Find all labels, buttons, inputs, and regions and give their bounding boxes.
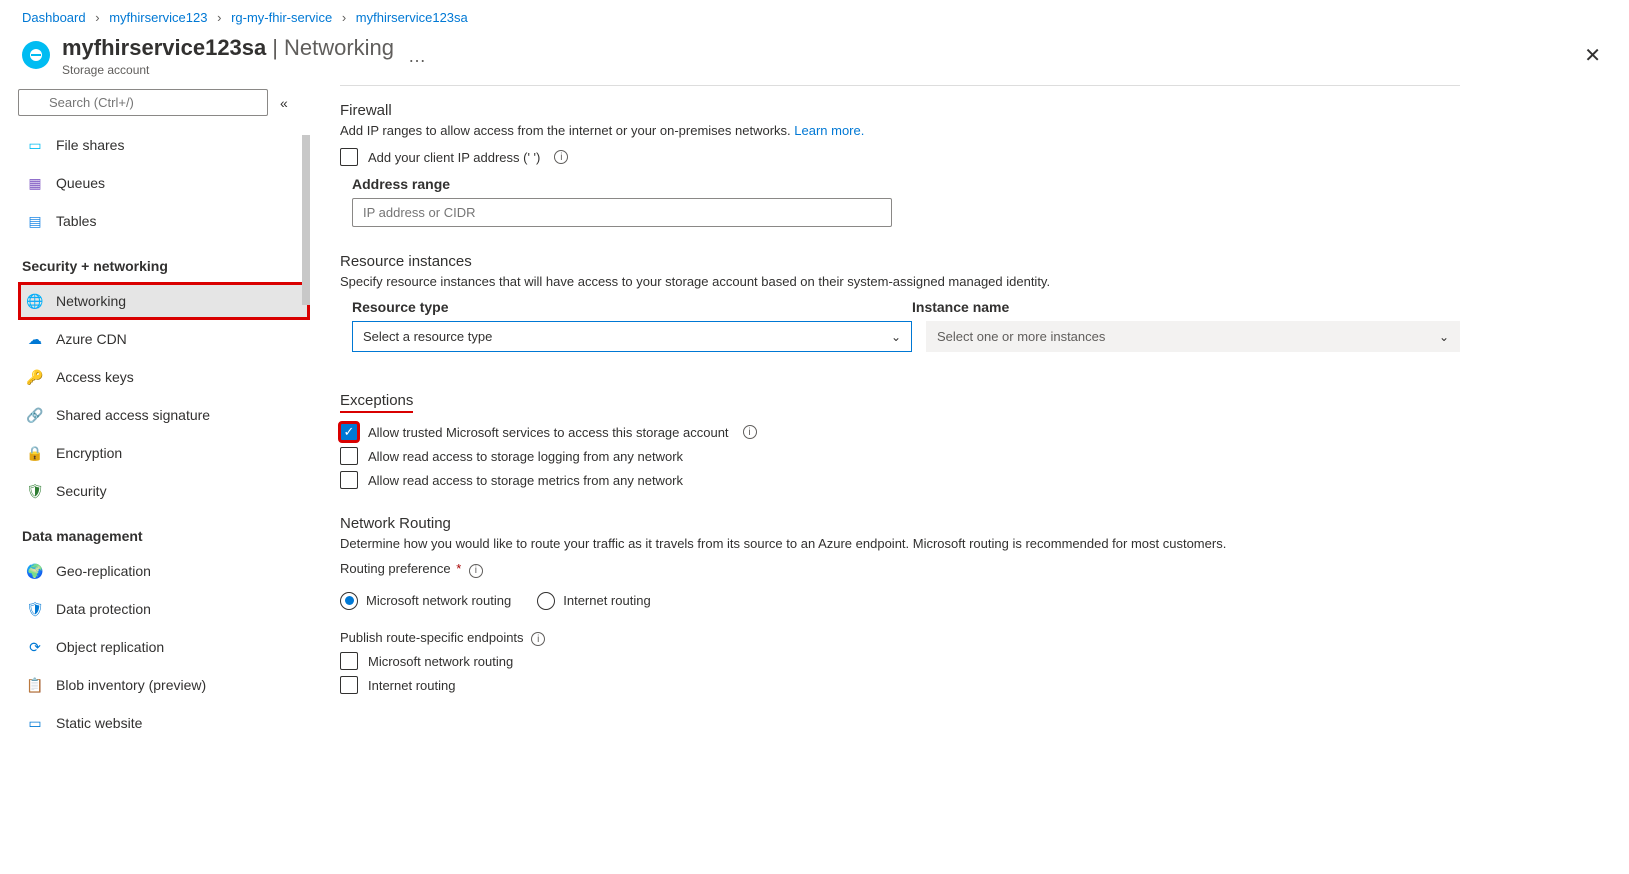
chevron-down-icon: ⌄ bbox=[891, 330, 901, 344]
info-icon[interactable]: i bbox=[531, 632, 545, 646]
add-client-ip-checkbox[interactable] bbox=[340, 148, 358, 166]
page-header: myfhirservice123sa|Networking Storage ac… bbox=[0, 29, 1629, 85]
firewall-description: Add IP ranges to allow access from the i… bbox=[340, 123, 1460, 138]
sidebar-item-blob-inventory[interactable]: 📋 Blob inventory (preview) bbox=[18, 666, 310, 704]
access-keys-icon: 🔑 bbox=[26, 368, 44, 386]
sidebar-item-static-website[interactable]: ▭ Static website bbox=[18, 704, 310, 742]
breadcrumb-link[interactable]: rg-my-fhir-service bbox=[231, 10, 332, 25]
allow-trusted-services-checkbox[interactable]: ✓ bbox=[340, 423, 358, 441]
allow-logging-checkbox[interactable] bbox=[340, 447, 358, 465]
sidebar-item-sas[interactable]: 🔗 Shared access signature bbox=[18, 396, 310, 434]
publish-endpoints-label: Publish route-specific endpoints bbox=[340, 630, 524, 645]
routing-preference-label: Routing preference bbox=[340, 561, 451, 576]
routing-desc: Determine how you would like to route yo… bbox=[340, 536, 1460, 551]
routing-pref-microsoft-radio[interactable] bbox=[340, 592, 358, 610]
more-button[interactable]: … bbox=[408, 46, 427, 67]
main-content: Firewall Add IP ranges to allow access f… bbox=[310, 85, 1490, 754]
breadcrumb-link[interactable]: myfhirservice123sa bbox=[356, 10, 468, 25]
close-button[interactable]: ✕ bbox=[1584, 43, 1601, 68]
sidebar-item-azure-cdn[interactable]: ☁ Azure CDN bbox=[18, 320, 310, 358]
page-subtitle: Storage account bbox=[62, 63, 394, 77]
info-icon[interactable]: i bbox=[554, 150, 568, 164]
resource-instances-heading: Resource instances bbox=[340, 253, 1460, 270]
static-website-icon: ▭ bbox=[26, 714, 44, 732]
allow-logging-label: Allow read access to storage logging fro… bbox=[368, 449, 683, 464]
search-input[interactable] bbox=[18, 89, 268, 116]
data-protection-icon: 🛡 bbox=[26, 600, 44, 618]
resource-type-dropdown[interactable]: Select a resource type ⌄ bbox=[352, 321, 912, 352]
sidebar-nav: ▭ File shares ▦ Queues ▤ Tables Security… bbox=[18, 126, 310, 742]
object-replication-icon: ⟳ bbox=[26, 638, 44, 656]
tables-icon: ▤ bbox=[26, 212, 44, 230]
sidebar-item-tables[interactable]: ▤ Tables bbox=[18, 202, 310, 240]
breadcrumb-sep: › bbox=[217, 10, 221, 25]
security-icon: 🛡 bbox=[26, 482, 44, 500]
sidebar-item-networking[interactable]: 🌐 Networking bbox=[18, 282, 310, 320]
encryption-icon: 🔒 bbox=[26, 444, 44, 462]
breadcrumb-link[interactable]: Dashboard bbox=[22, 10, 86, 25]
publish-internet-routing-label: Internet routing bbox=[368, 678, 455, 693]
geo-replication-icon: 🌍 bbox=[26, 562, 44, 580]
exceptions-heading: Exceptions bbox=[340, 392, 413, 413]
blob-inventory-icon: 📋 bbox=[26, 676, 44, 694]
instance-name-dropdown[interactable]: Select one or more instances ⌄ bbox=[926, 321, 1460, 352]
add-client-ip-label: Add your client IP address (' ') bbox=[368, 150, 540, 165]
breadcrumb-sep: › bbox=[95, 10, 99, 25]
sidebar-group-data-management: Data management bbox=[18, 510, 310, 552]
file-shares-icon: ▭ bbox=[26, 136, 44, 154]
sidebar-scrollbar[interactable] bbox=[300, 129, 310, 754]
routing-pref-internet-radio[interactable] bbox=[537, 592, 555, 610]
collapse-sidebar-button[interactable]: « bbox=[280, 95, 288, 111]
sidebar-item-queues[interactable]: ▦ Queues bbox=[18, 164, 310, 202]
allow-trusted-services-label: Allow trusted Microsoft services to acce… bbox=[368, 425, 729, 440]
routing-heading: Network Routing bbox=[340, 515, 1460, 532]
chevron-down-icon: ⌄ bbox=[1439, 330, 1449, 344]
sidebar-item-security[interactable]: 🛡 Security bbox=[18, 472, 310, 510]
address-range-label: Address range bbox=[352, 176, 1460, 192]
required-indicator: * bbox=[456, 561, 461, 576]
resource-instances-desc: Specify resource instances that will hav… bbox=[340, 274, 1460, 289]
publish-ms-routing-label: Microsoft network routing bbox=[368, 654, 513, 669]
storage-account-icon bbox=[22, 41, 50, 69]
allow-metrics-label: Allow read access to storage metrics fro… bbox=[368, 473, 683, 488]
sidebar-item-data-protection[interactable]: 🛡 Data protection bbox=[18, 590, 310, 628]
sidebar-group-security: Security + networking bbox=[18, 240, 310, 282]
breadcrumb: Dashboard › myfhirservice123 › rg-my-fhi… bbox=[0, 0, 1629, 29]
publish-ms-routing-checkbox[interactable] bbox=[340, 652, 358, 670]
page-title: myfhirservice123sa|Networking bbox=[62, 35, 394, 61]
col-resource-type: Resource type bbox=[352, 299, 912, 315]
info-icon[interactable]: i bbox=[743, 425, 757, 439]
sidebar-item-encryption[interactable]: 🔒 Encryption bbox=[18, 434, 310, 472]
col-instance-name: Instance name bbox=[912, 299, 1460, 315]
publish-internet-routing-checkbox[interactable] bbox=[340, 676, 358, 694]
routing-pref-internet-label: Internet routing bbox=[563, 593, 650, 608]
sidebar-item-geo-replication[interactable]: 🌍 Geo-replication bbox=[18, 552, 310, 590]
firewall-heading: Firewall bbox=[340, 102, 1460, 119]
queues-icon: ▦ bbox=[26, 174, 44, 192]
address-range-input[interactable] bbox=[352, 198, 892, 227]
sidebar-item-access-keys[interactable]: 🔑 Access keys bbox=[18, 358, 310, 396]
routing-pref-microsoft-label: Microsoft network routing bbox=[366, 593, 511, 608]
sidebar-item-file-shares[interactable]: ▭ File shares bbox=[18, 126, 310, 164]
sas-icon: 🔗 bbox=[26, 406, 44, 424]
firewall-learn-more-link[interactable]: Learn more. bbox=[794, 123, 864, 138]
cdn-icon: ☁ bbox=[26, 330, 44, 348]
info-icon[interactable]: i bbox=[469, 564, 483, 578]
sidebar-item-object-replication[interactable]: ⟳ Object replication bbox=[18, 628, 310, 666]
allow-metrics-checkbox[interactable] bbox=[340, 471, 358, 489]
breadcrumb-sep: › bbox=[342, 10, 346, 25]
breadcrumb-link[interactable]: myfhirservice123 bbox=[109, 10, 207, 25]
sidebar: ⌕ « ▭ File shares ▦ Queues ▤ Tables Secu… bbox=[0, 85, 310, 754]
networking-icon: 🌐 bbox=[26, 292, 44, 310]
